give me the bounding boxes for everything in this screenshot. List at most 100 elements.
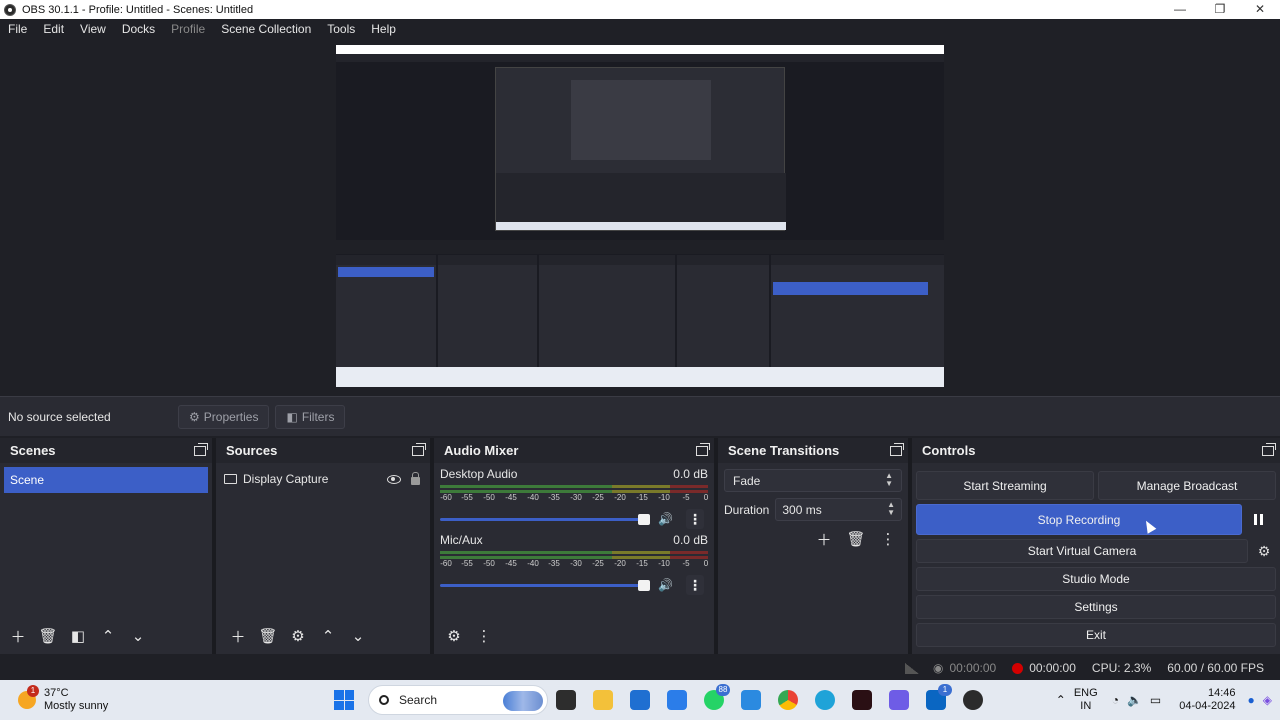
taskbar-search[interactable]: Search xyxy=(368,685,548,715)
undock-icon[interactable] xyxy=(1262,442,1276,456)
volume-icon[interactable]: 🔈 xyxy=(1127,693,1142,707)
transition-properties-button[interactable]: ⋮ xyxy=(876,527,900,551)
preview-nested-taskbar xyxy=(496,222,786,230)
clock-time: 14:46 xyxy=(1207,687,1236,699)
language-indicator[interactable]: ENG IN xyxy=(1074,687,1098,713)
preview-mini-menubar xyxy=(336,54,944,62)
speaker-icon[interactable]: 🔊 xyxy=(658,578,673,592)
settings-button[interactable]: Settings xyxy=(916,595,1276,619)
preview-nested-docks xyxy=(496,173,786,223)
filters-button[interactable]: ◧ Filters xyxy=(275,404,346,429)
volume-slider[interactable] xyxy=(440,579,650,591)
pause-recording-button[interactable] xyxy=(1246,508,1270,532)
clock-date: 04-04-2024 xyxy=(1179,700,1236,712)
menu-tools[interactable]: Tools xyxy=(319,22,363,36)
volume-slider[interactable] xyxy=(440,513,650,525)
menu-profile[interactable]: Profile xyxy=(163,22,213,36)
linkedin-icon[interactable]: 1 xyxy=(926,684,952,710)
tick-label: -35 xyxy=(548,559,560,568)
transition-select[interactable]: Fade ▲ ▼ xyxy=(724,469,902,492)
menu-scene-collection[interactable]: Scene Collection xyxy=(213,22,319,36)
studio-mode-button[interactable]: Studio Mode xyxy=(916,567,1276,591)
undock-icon[interactable] xyxy=(696,442,710,456)
volume-slider-handle[interactable] xyxy=(638,513,650,525)
scene-filters-button[interactable]: ◧ xyxy=(66,624,90,648)
move-scene-up-button[interactable]: ⌃ xyxy=(96,624,120,648)
undock-icon[interactable] xyxy=(890,442,904,456)
obs-taskbar-icon[interactable] xyxy=(963,690,983,710)
more-options-button[interactable]: ⋮ xyxy=(686,509,704,529)
manage-broadcast-button[interactable]: Manage Broadcast xyxy=(1098,471,1276,500)
preview-nested-capture xyxy=(495,67,786,231)
move-source-down-button[interactable]: ⌄ xyxy=(346,624,370,648)
tick-label: -20 xyxy=(614,493,626,502)
add-source-button[interactable]: ＋ xyxy=(226,624,250,648)
move-scene-down-button[interactable]: ⌄ xyxy=(126,624,150,648)
weather-widget[interactable]: 1 37°C Mostly sunny xyxy=(18,685,318,713)
edge-icon[interactable] xyxy=(815,690,835,710)
tick-label: -35 xyxy=(548,493,560,502)
duration-label: Duration xyxy=(724,502,770,517)
stop-recording-button[interactable]: Stop Recording xyxy=(916,504,1242,535)
file-explorer-icon[interactable] xyxy=(593,690,613,710)
record-dot-icon xyxy=(1012,662,1024,674)
remove-source-button[interactable]: 🗑 xyxy=(256,624,280,648)
task-view-icon[interactable] xyxy=(556,690,576,710)
clock[interactable]: 14:46 04-04-2024 xyxy=(1179,687,1235,713)
volume-meter xyxy=(440,485,708,493)
menu-docks[interactable]: Docks xyxy=(114,22,163,36)
whatsapp-icon[interactable]: 88 xyxy=(704,684,730,710)
start-virtual-camera-button[interactable]: Start Virtual Camera xyxy=(916,539,1248,563)
menu-file[interactable]: File xyxy=(0,22,35,36)
start-streaming-button[interactable]: Start Streaming xyxy=(916,471,1094,500)
store-icon[interactable] xyxy=(667,690,687,710)
chrome-icon[interactable] xyxy=(778,690,798,710)
undock-icon[interactable] xyxy=(194,442,208,456)
preview-area[interactable] xyxy=(0,39,1280,396)
volume-slider-handle[interactable] xyxy=(638,579,650,591)
advanced-audio-settings-button[interactable]: ⚙ xyxy=(442,624,466,648)
notification-bell-icon[interactable]: ● xyxy=(1248,693,1255,707)
add-transition-button[interactable]: ＋ xyxy=(812,527,836,551)
wifi-icon[interactable]: ◔ xyxy=(1112,693,1119,707)
properties-button[interactable]: ⚙ Properties xyxy=(178,404,270,429)
app-icon[interactable] xyxy=(852,690,872,710)
duration-value: 300 ms xyxy=(782,502,822,517)
duration-spinbox[interactable]: 300 ms ▲ ▼ xyxy=(775,498,902,521)
remove-scene-button[interactable]: 🗑 xyxy=(36,624,60,648)
lock-icon[interactable] xyxy=(411,472,420,485)
minimize-button[interactable]: — xyxy=(1160,0,1200,19)
virtual-camera-settings-gear-icon[interactable]: ⚙ xyxy=(1252,539,1276,563)
menu-help[interactable]: Help xyxy=(363,22,404,36)
visibility-eye-icon[interactable] xyxy=(387,474,401,484)
close-button[interactable]: ✕ xyxy=(1240,0,1280,19)
lang-top: ENG xyxy=(1073,687,1098,699)
undock-icon[interactable] xyxy=(412,442,426,456)
source-list-item[interactable]: Display Capture xyxy=(224,467,426,491)
mixer-menu-button[interactable]: ⋮ xyxy=(472,624,496,648)
chevron-updown-icon: ▲ ▼ xyxy=(885,471,893,488)
battery-icon[interactable]: ▭ xyxy=(1150,693,1161,707)
tick-label: -15 xyxy=(636,493,648,502)
windows-start-icon[interactable] xyxy=(334,690,354,710)
menu-view[interactable]: View xyxy=(72,22,114,36)
transition-select-value: Fade xyxy=(733,473,761,488)
menu-edit[interactable]: Edit xyxy=(35,22,72,36)
spin-arrows-icon[interactable]: ▲ ▼ xyxy=(887,501,895,517)
mail-icon[interactable] xyxy=(630,690,650,710)
scene-list-item[interactable]: Scene xyxy=(4,467,208,493)
speaker-icon[interactable]: 🔊 xyxy=(658,512,673,526)
add-scene-button[interactable]: ＋ xyxy=(6,624,30,648)
copilot-icon[interactable] xyxy=(889,690,909,710)
move-source-up-button[interactable]: ⌃ xyxy=(316,624,340,648)
maximize-button[interactable]: ❐ xyxy=(1200,0,1240,19)
copilot-tray-icon[interactable]: ◈ xyxy=(1263,693,1272,707)
remove-transition-button[interactable]: 🗑 xyxy=(844,527,868,551)
exit-button[interactable]: Exit xyxy=(916,623,1276,647)
source-properties-button[interactable]: ⚙ xyxy=(286,624,310,648)
chevron-up-icon[interactable]: ⌃ xyxy=(1056,693,1066,707)
more-options-button[interactable]: ⋮ xyxy=(686,575,704,595)
program-preview[interactable] xyxy=(336,45,944,387)
tick-label: -10 xyxy=(658,493,670,502)
vscode-icon[interactable] xyxy=(741,690,761,710)
